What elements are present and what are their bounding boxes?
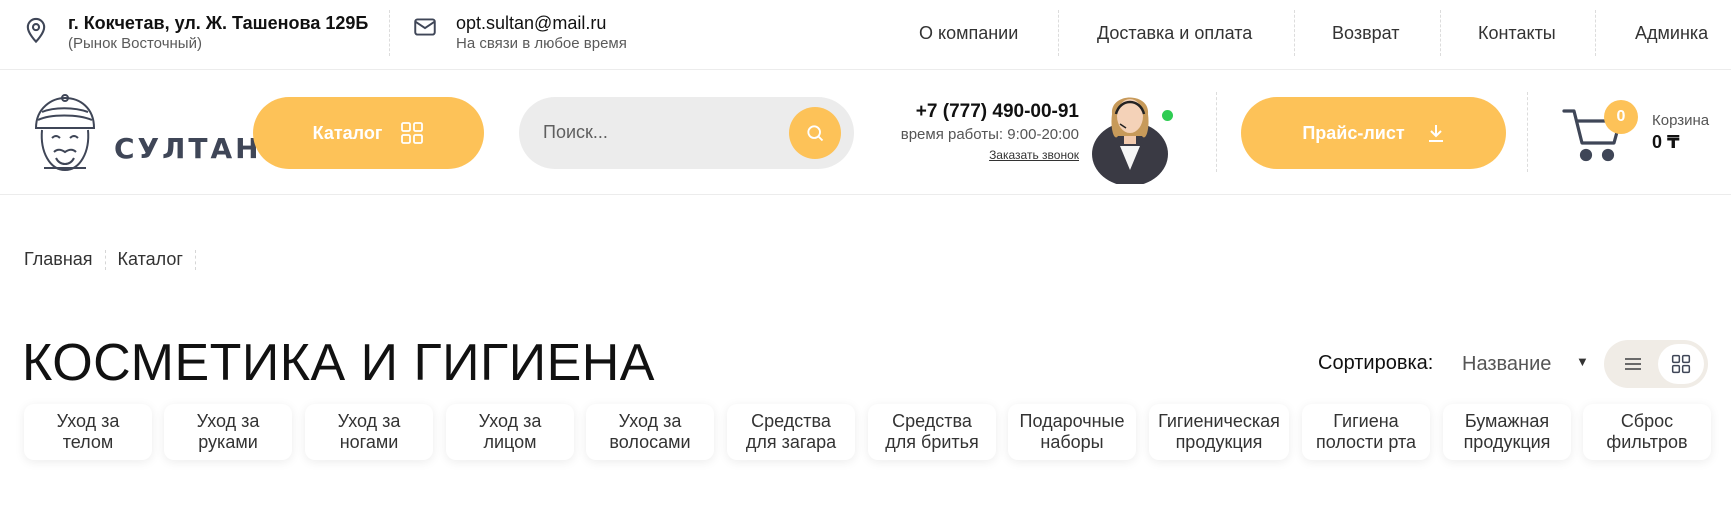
working-hours: время работы: 9:00-20:00 xyxy=(900,126,1079,143)
logo[interactable]: СУЛТАН xyxy=(22,90,259,175)
category-line: Уход за xyxy=(56,411,120,431)
category-line: для бритья xyxy=(885,432,979,452)
category-line: продукция xyxy=(1463,432,1551,452)
cart-label[interactable]: Корзина xyxy=(1652,112,1709,129)
category-line: Уход за xyxy=(478,411,542,431)
breadcrumb-separator xyxy=(104,249,106,270)
category-line: ногами xyxy=(339,432,399,452)
download-icon xyxy=(1428,125,1443,142)
category-item[interactable]: Средства для загара xyxy=(727,404,855,460)
email-block: opt.sultan@mail.ru На связи в любое врем… xyxy=(412,12,627,54)
phone-number[interactable]: +7 (777) 490-00-91 xyxy=(901,100,1079,124)
breadcrumb-home[interactable]: Главная xyxy=(24,249,93,270)
location-pin-icon xyxy=(26,17,46,44)
category-line: телом xyxy=(62,432,114,452)
category-line: Гигиеническая xyxy=(1158,411,1280,431)
divider xyxy=(1527,92,1528,172)
main-header: СУЛТАН Каталог +7 (777) 490-00-91 время … xyxy=(0,70,1731,195)
breadcrumb-separator xyxy=(194,249,196,270)
top-bar: г. Кокчетав, ул. Ж. Ташенова 129Б (Рынок… xyxy=(0,0,1731,70)
category-item[interactable]: Гигиеническая продукция xyxy=(1149,404,1289,460)
price-list-label: Прайс-лист xyxy=(1302,122,1405,143)
divider xyxy=(1216,92,1217,172)
divider xyxy=(1058,10,1059,56)
sort-select[interactable]: Название xyxy=(1462,350,1592,378)
divider xyxy=(1595,10,1596,56)
nav-returns[interactable]: Возврат xyxy=(1332,0,1400,66)
category-item[interactable]: Сброс фильтров xyxy=(1583,404,1711,460)
cart-total: 0 ₸ xyxy=(1652,132,1680,152)
category-item[interactable]: Гигиена полости рта xyxy=(1302,404,1430,460)
grid-icon xyxy=(401,122,424,144)
online-indicator xyxy=(1162,110,1173,121)
category-item[interactable]: Уход за лицом xyxy=(446,404,574,460)
category-line: Гигиена xyxy=(1333,411,1399,431)
address-main: г. Кокчетав, ул. Ж. Ташенова 129Б xyxy=(68,13,369,33)
logo-text: СУЛТАН xyxy=(114,132,262,165)
price-list-button[interactable]: Прайс-лист xyxy=(1241,97,1506,169)
list-view-button[interactable] xyxy=(1610,344,1656,384)
sultan-mascot-icon xyxy=(34,94,96,172)
category-line: волосами xyxy=(609,432,691,452)
category-line: Средства xyxy=(751,411,831,431)
address-block: г. Кокчетав, ул. Ж. Ташенова 129Б (Рынок… xyxy=(22,12,368,54)
category-line: полости рта xyxy=(1315,432,1417,452)
category-line: руками xyxy=(198,432,258,452)
email-address[interactable]: opt.sultan@mail.ru xyxy=(456,12,627,34)
grid-view-icon xyxy=(1671,354,1691,374)
category-line: наборы xyxy=(1040,432,1104,452)
sort-label: Сортировка: xyxy=(1318,352,1434,374)
category-line: Бумажная xyxy=(1464,411,1550,431)
category-item[interactable]: Уход за руками xyxy=(164,404,292,460)
phone-block: +7 (777) 490-00-91 время работы: 9:00-20… xyxy=(901,100,1079,164)
category-item[interactable]: Бумажная продукция xyxy=(1443,404,1571,460)
category-item[interactable]: Уход за телом xyxy=(24,404,152,460)
category-line: Средства xyxy=(892,411,972,431)
nav-contacts[interactable]: Контакты xyxy=(1478,0,1556,66)
nav-admin[interactable]: Админка xyxy=(1635,0,1708,66)
category-item[interactable]: Средства для бритья xyxy=(868,404,996,460)
category-line: Сброс xyxy=(1620,411,1674,431)
search-icon xyxy=(807,125,824,142)
category-line: продукция xyxy=(1175,432,1263,452)
email-sub: На связи в любое время xyxy=(456,35,627,52)
chevron-down-icon[interactable]: ▼ xyxy=(1576,354,1589,369)
search-button[interactable] xyxy=(789,107,841,159)
operator-avatar xyxy=(1092,97,1168,184)
search-bar xyxy=(519,97,854,169)
category-item[interactable]: Подарочные наборы xyxy=(1008,404,1136,460)
category-line: Уход за xyxy=(337,411,401,431)
category-line: для загара xyxy=(745,432,837,452)
divider xyxy=(1440,10,1441,56)
category-line: Уход за xyxy=(196,411,260,431)
category-line: Уход за xyxy=(618,411,682,431)
divider xyxy=(1294,10,1295,56)
nav-about[interactable]: О компании xyxy=(919,0,1018,66)
category-line: лицом xyxy=(483,432,537,452)
nav-delivery[interactable]: Доставка и оплата xyxy=(1097,0,1252,66)
catalog-button[interactable]: Каталог xyxy=(253,97,484,169)
address-sub: (Рынок Восточный) xyxy=(68,35,202,52)
request-call-link[interactable]: Заказать звонок xyxy=(901,146,1079,164)
page-title: КОСМЕТИКА И ГИГИЕНА xyxy=(22,334,655,392)
divider xyxy=(389,10,390,56)
catalog-button-label: Каталог xyxy=(312,122,383,143)
category-item[interactable]: Уход за волосами xyxy=(586,404,714,460)
cart-count-badge: 0 xyxy=(1604,100,1638,134)
search-input[interactable] xyxy=(543,117,763,147)
category-line: фильтров xyxy=(1606,432,1688,452)
category-line: Подарочные xyxy=(1019,411,1125,431)
category-list: Уход за телом Уход за руками Уход за ногами… xyxy=(0,404,1731,464)
category-item[interactable]: Уход за ногами xyxy=(305,404,433,460)
breadcrumb-catalog[interactable]: Каталог xyxy=(118,249,183,270)
mail-icon xyxy=(414,18,436,36)
grid-view-button[interactable] xyxy=(1658,344,1704,384)
breadcrumb: Главная Каталог xyxy=(24,249,208,270)
view-toggle xyxy=(1604,340,1708,388)
list-view-icon xyxy=(1625,358,1641,370)
